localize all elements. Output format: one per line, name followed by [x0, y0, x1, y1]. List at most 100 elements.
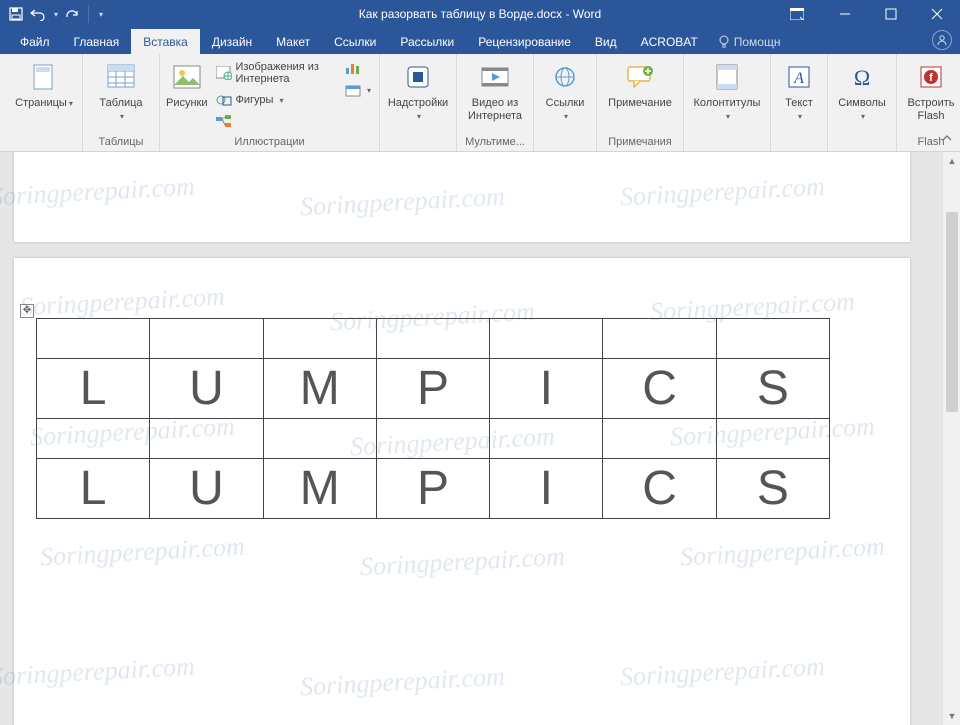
tab-insert[interactable]: Вставка — [131, 29, 200, 54]
pictures-label: Рисунки — [166, 97, 208, 110]
table-cell[interactable] — [37, 319, 150, 359]
table-cell[interactable]: M — [263, 359, 376, 419]
table-cell[interactable] — [263, 419, 376, 459]
scrollbar-thumb[interactable] — [946, 212, 958, 412]
scroll-up-icon[interactable]: ▲ — [943, 152, 960, 170]
title-bar: ▾ ▾ Как разорвать таблицу в Ворде.docx -… — [0, 0, 960, 28]
tab-layout[interactable]: Макет — [264, 29, 322, 54]
table-move-handle-icon[interactable]: ✥ — [20, 304, 34, 318]
minimize-button[interactable] — [822, 0, 868, 28]
table-cell[interactable] — [376, 419, 489, 459]
table-cell[interactable]: S — [716, 459, 829, 519]
screenshot-icon — [345, 83, 361, 97]
window-title: Как разорвать таблицу в Ворде.docx - Wor… — [359, 7, 601, 21]
headerfooter-label: Колонтитулы — [694, 97, 761, 109]
tab-file[interactable]: Файл — [8, 29, 62, 54]
table-cell[interactable] — [603, 319, 716, 359]
symbols-button[interactable]: Ω Символы▾ — [834, 57, 890, 123]
comment-button[interactable]: Примечание — [603, 57, 677, 110]
redo-icon[interactable] — [64, 6, 80, 22]
table-cell[interactable] — [263, 319, 376, 359]
tab-home[interactable]: Главная — [62, 29, 132, 54]
table-cell[interactable]: C — [603, 359, 716, 419]
table-cell[interactable]: P — [376, 459, 489, 519]
table-cell[interactable]: L — [37, 359, 150, 419]
table-cell[interactable]: U — [150, 459, 263, 519]
group-comments-label: Примечания — [603, 134, 677, 151]
table-cell[interactable]: C — [603, 459, 716, 519]
tab-design[interactable]: Дизайн — [200, 29, 264, 54]
table-cell[interactable] — [490, 319, 603, 359]
shapes-button[interactable]: Фигуры▾ — [214, 91, 337, 109]
symbols-label: Символы — [838, 97, 886, 109]
svg-text:A: A — [793, 70, 804, 87]
text-button[interactable]: A Текст▾ — [777, 57, 821, 123]
collapse-ribbon-icon[interactable] — [938, 129, 956, 147]
vertical-scrollbar[interactable]: ▲ ▼ — [942, 152, 960, 725]
pages-button[interactable]: Страницы▾ — [12, 57, 76, 110]
tab-review[interactable]: Рецензирование — [466, 29, 583, 54]
addins-button[interactable]: Надстройки▾ — [386, 57, 450, 123]
undo-dropdown-icon[interactable]: ▾ — [54, 10, 58, 19]
links-button[interactable]: Ссылки▾ — [540, 57, 590, 123]
video-label: Видео из Интернета — [463, 97, 527, 123]
ribbon: Страницы▾ Таблица▾ Таблицы Рисунки Изобр… — [0, 54, 960, 152]
tab-acrobat[interactable]: ACROBAT — [629, 29, 710, 54]
window-controls — [782, 0, 960, 28]
online-pictures-button[interactable]: Изображения из Интернета — [214, 59, 337, 87]
table-button[interactable]: Таблица▾ — [89, 57, 153, 123]
flash-button[interactable]: f Встроить Flash — [903, 57, 959, 123]
smartart-button[interactable] — [214, 113, 337, 131]
table-cell[interactable]: M — [263, 459, 376, 519]
table-cell[interactable] — [150, 319, 263, 359]
group-links: Ссылки▾ — [534, 54, 597, 151]
tell-me[interactable]: Помощн — [710, 29, 793, 54]
video-icon — [479, 61, 511, 93]
table-cell[interactable] — [716, 419, 829, 459]
pictures-button[interactable]: Рисунки — [166, 57, 208, 110]
pages-label: Страницы — [15, 97, 67, 109]
table-cell[interactable] — [37, 419, 150, 459]
table-cell[interactable] — [716, 319, 829, 359]
ribbon-display-options-icon[interactable] — [782, 0, 812, 28]
page-2[interactable]: ✥ LUMPICS LUMPICS — [14, 258, 910, 725]
table-cell[interactable] — [603, 419, 716, 459]
table-cell[interactable]: L — [37, 459, 150, 519]
group-addins: Надстройки▾ — [380, 54, 457, 151]
tab-references[interactable]: Ссылки — [322, 29, 388, 54]
comment-label: Примечание — [608, 97, 672, 110]
table-row: LUMPICS — [37, 459, 830, 519]
addins-label: Надстройки — [388, 97, 448, 109]
headerfooter-icon — [711, 61, 743, 93]
headerfooter-button[interactable]: Колонтитулы▾ — [690, 57, 764, 123]
group-symbols-label — [834, 134, 890, 151]
table-cell[interactable]: U — [150, 359, 263, 419]
account-icon[interactable] — [932, 30, 952, 50]
chart-button[interactable] — [343, 59, 373, 77]
table-cell[interactable]: I — [490, 359, 603, 419]
svg-text:Ω: Ω — [854, 65, 870, 89]
document-area: ✥ LUMPICS LUMPICS ▲ ▼ Soringperepair.com… — [0, 152, 960, 725]
tab-view[interactable]: Вид — [583, 29, 629, 54]
qat-customize-icon[interactable]: ▾ — [99, 10, 103, 19]
table-cell[interactable]: S — [716, 359, 829, 419]
close-button[interactable] — [914, 0, 960, 28]
table-cell[interactable] — [376, 319, 489, 359]
table-icon — [105, 61, 137, 93]
undo-icon[interactable] — [30, 6, 46, 22]
online-video-button[interactable]: Видео из Интернета — [463, 57, 527, 123]
tab-mailings[interactable]: Рассылки — [388, 29, 466, 54]
maximize-button[interactable] — [868, 0, 914, 28]
table-cell[interactable]: I — [490, 459, 603, 519]
table-row — [37, 419, 830, 459]
table-row: LUMPICS — [37, 359, 830, 419]
table-cell[interactable]: P — [376, 359, 489, 419]
document-table[interactable]: LUMPICS LUMPICS — [36, 318, 830, 519]
table-cell[interactable] — [490, 419, 603, 459]
save-icon[interactable] — [8, 6, 24, 22]
comment-icon — [624, 61, 656, 93]
scroll-down-icon[interactable]: ▼ — [943, 707, 960, 725]
screenshot-button[interactable]: ▾ — [343, 81, 373, 99]
table-cell[interactable] — [150, 419, 263, 459]
page-1[interactable] — [14, 152, 910, 242]
